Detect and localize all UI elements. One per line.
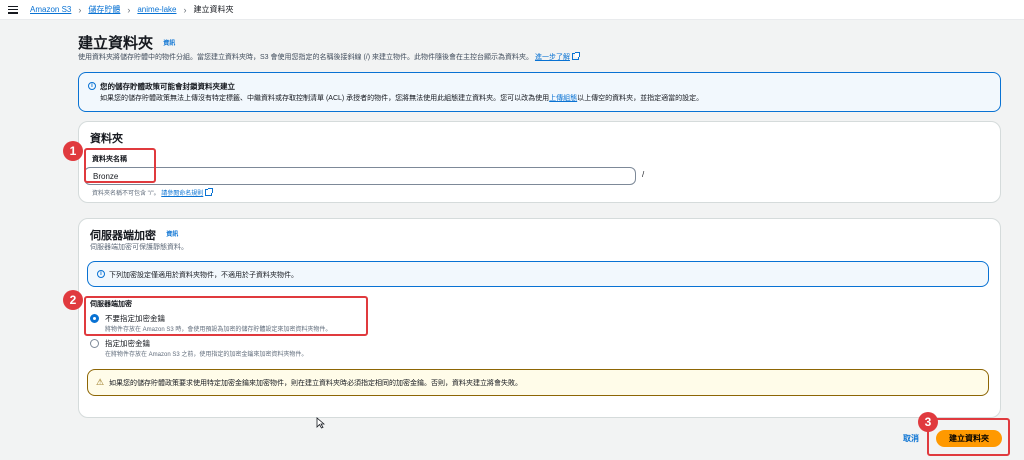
radio-specify-key-desc: 在將物件存放在 Amazon S3 之前，使用指定的加密金鑰來加密資料夾物件。 xyxy=(105,352,308,358)
naming-rules-link[interactable]: 請參閱命名規則 xyxy=(161,191,203,197)
callout-badge-2: 2 xyxy=(63,290,83,310)
encryption-panel-description: 伺服器端加密可保護靜態資料。 xyxy=(90,244,188,251)
info-icon: i xyxy=(88,82,96,90)
external-link-icon xyxy=(571,52,580,60)
callout-badge-3: 3 xyxy=(918,412,938,432)
breadcrumb: Amazon S3 › 儲存貯體 › anime-lake › 建立資料夾 xyxy=(30,4,234,15)
top-navigation-bar: Amazon S3 › 儲存貯體 › anime-lake › 建立資料夾 xyxy=(0,0,1024,20)
encryption-panel-header: 伺服器端加密 資訊 xyxy=(90,227,178,243)
mouse-cursor-icon xyxy=(316,417,325,429)
chevron-right-icon: › xyxy=(183,4,187,15)
folder-name-hint-text: 資料夾名稱不可包含 "/"。 xyxy=(92,191,160,197)
breadcrumb-amazon-s3[interactable]: Amazon S3 xyxy=(30,5,71,14)
folder-name-hint: 資料夾名稱不可包含 "/"。 請參閱命名規則 xyxy=(92,188,214,197)
bucket-policy-alert: i 您的儲存貯體政策可能會封鎖資料夾建立 如果您的儲存貯體政策無法上傳沒有特定標… xyxy=(78,72,1001,112)
chevron-right-icon: › xyxy=(127,4,131,15)
alert-body-text: 如果您的儲存貯體政策無法上傳沒有特定標籤、中繼資料或存取控制清單 (ACL) 承… xyxy=(100,95,550,102)
encryption-info-alert-text: 下列加密設定僅適用於資料夾物件，不適用於子資料夾物件。 xyxy=(109,272,298,279)
page-description-text: 使用資料夾將儲存貯體中的物件分組。當您建立資料夾時，S3 會使用您指定的名稱後接… xyxy=(78,54,534,61)
folder-name-input[interactable] xyxy=(84,167,636,185)
breadcrumb-bucket-name[interactable]: anime-lake xyxy=(137,5,176,14)
radio-specify-key[interactable] xyxy=(90,339,99,348)
page-title: 建立資料夾 xyxy=(78,35,154,52)
warning-icon: ⚠ xyxy=(96,377,105,387)
external-link-icon xyxy=(205,188,214,196)
page-header: 建立資料夾 資訊 xyxy=(78,32,175,53)
learn-more-link[interactable]: 進一步了解 xyxy=(535,54,570,61)
main-content: 建立資料夾 資訊 使用資料夾將儲存貯體中的物件分組。當您建立資料夾時，S3 會使… xyxy=(0,20,1024,460)
breadcrumb-current: 建立資料夾 xyxy=(193,5,234,14)
folder-panel-title: 資料夾 xyxy=(90,133,123,145)
encryption-panel-title: 伺服器端加密 xyxy=(90,230,156,242)
info-icon: i xyxy=(97,270,105,278)
alert-body-text-end: 以上傳空的資料夾，並指定適當的設定。 xyxy=(577,95,704,102)
page-description: 使用資料夾將儲存貯體中的物件分組。當您建立資料夾時，S3 會使用您指定的名稱後接… xyxy=(78,52,580,62)
menu-icon[interactable] xyxy=(8,5,18,14)
callout-badge-1: 1 xyxy=(63,141,83,161)
encryption-info-alert: i 下列加密設定僅適用於資料夾物件，不適用於子資料夾物件。 xyxy=(87,261,989,287)
radio-specify-key-label[interactable]: 指定加密金鑰 xyxy=(105,338,150,349)
breadcrumb-buckets[interactable]: 儲存貯體 xyxy=(88,4,120,15)
encryption-warning-text: 如果您的儲存貯體政策要求使用特定加密金鑰來加密物件，則在建立資料夾時必須指定相同… xyxy=(109,380,522,387)
upload-config-link[interactable]: 上傳組態 xyxy=(549,95,577,102)
chevron-right-icon: › xyxy=(78,4,82,15)
folder-panel: 資料夾 資料夾名稱 / 資料夾名稱不可包含 "/"。 請參閱命名規則 xyxy=(78,121,1001,203)
callout-box-folder-name xyxy=(84,148,156,183)
callout-box-create xyxy=(927,418,1010,456)
folder-name-suffix: / xyxy=(642,170,645,179)
encryption-info-link[interactable]: 資訊 xyxy=(166,232,178,238)
cancel-button[interactable]: 取消 xyxy=(903,433,919,444)
callout-box-encryption xyxy=(84,296,368,336)
bucket-policy-alert-title: 您的儲存貯體政策可能會封鎖資料夾建立 xyxy=(100,82,235,91)
header-info-link[interactable]: 資訊 xyxy=(163,41,175,47)
bucket-policy-alert-body: 如果您的儲存貯體政策無法上傳沒有特定標籤、中繼資料或存取控制清單 (ACL) 承… xyxy=(100,93,703,103)
encryption-warning-alert: ⚠ 如果您的儲存貯體政策要求使用特定加密金鑰來加密物件，則在建立資料夾時必須指定… xyxy=(87,369,989,396)
